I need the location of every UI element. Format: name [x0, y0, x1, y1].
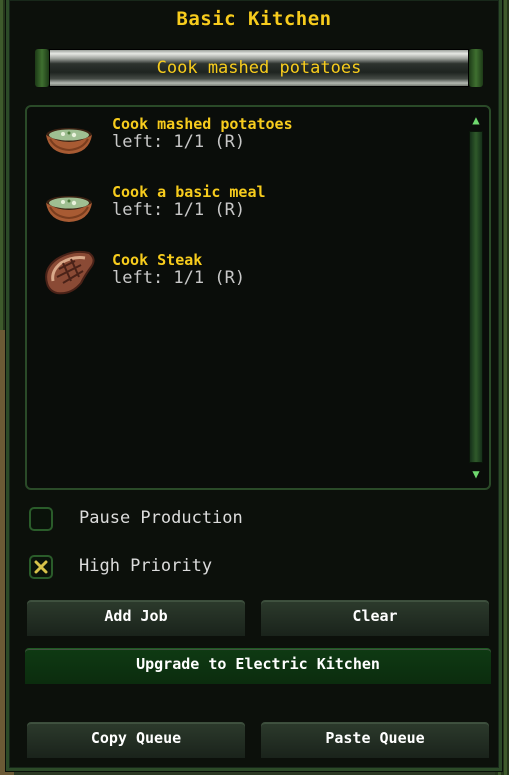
high-priority-label: High Priority: [79, 556, 213, 576]
queue-item[interactable]: Cook Steak left: 1/1 (R): [37, 250, 437, 311]
queue-item-name: Cook mashed potatoes: [112, 115, 293, 133]
scroll-up-icon[interactable]: ▲: [467, 113, 485, 127]
scroll-down-icon[interactable]: ▼: [467, 467, 485, 481]
queue-item[interactable]: Cook a basic meal left: 1/1 (R): [37, 183, 437, 243]
current-job-label: Cook mashed potatoes: [156, 58, 362, 78]
queue-item-name: Cook Steak: [112, 251, 203, 269]
steak-icon: [45, 250, 95, 295]
queue-item-name: Cook a basic meal: [112, 183, 266, 201]
current-job-bar: Cook mashed potatoes: [35, 47, 483, 89]
pause-production-label: Pause Production: [79, 508, 243, 528]
high-priority-checkbox[interactable]: [29, 555, 53, 579]
copy-queue-button[interactable]: Copy Queue: [27, 722, 245, 758]
add-job-button[interactable]: Add Job: [27, 600, 245, 636]
checkmark-x-icon: [34, 560, 48, 574]
soup-bowl-icon: [46, 128, 92, 154]
queue-item-remaining: left: 1/1 (R): [112, 200, 246, 220]
job-bar-left-cap: [35, 49, 49, 87]
scrollbar-track[interactable]: [469, 131, 483, 463]
queue-item-remaining: left: 1/1 (R): [112, 132, 246, 152]
soup-bowl-icon: [46, 196, 92, 222]
job-bar-right-cap: [469, 49, 483, 87]
job-bar-body: Cook mashed potatoes: [49, 49, 469, 87]
window-title: Basic Kitchen: [176, 8, 332, 30]
high-priority-option[interactable]: High Priority: [27, 554, 327, 582]
pause-production-option[interactable]: Pause Production: [27, 506, 327, 534]
job-queue-list: Cook mashed potatoes left: 1/1 (R) Cook …: [25, 105, 491, 490]
clear-button[interactable]: Clear: [261, 600, 489, 636]
paste-queue-button[interactable]: Paste Queue: [261, 722, 489, 758]
queue-item[interactable]: Cook mashed potatoes left: 1/1 (R): [37, 115, 437, 175]
queue-item-remaining: left: 1/1 (R): [112, 268, 246, 288]
upgrade-kitchen-button[interactable]: Upgrade to Electric Kitchen: [25, 648, 491, 684]
kitchen-window: Basic Kitchen Cook mashed potatoes Cook …: [6, 0, 502, 771]
pause-production-checkbox[interactable]: [29, 507, 53, 531]
queue-scrollbar[interactable]: ▲ ▼: [467, 113, 485, 481]
